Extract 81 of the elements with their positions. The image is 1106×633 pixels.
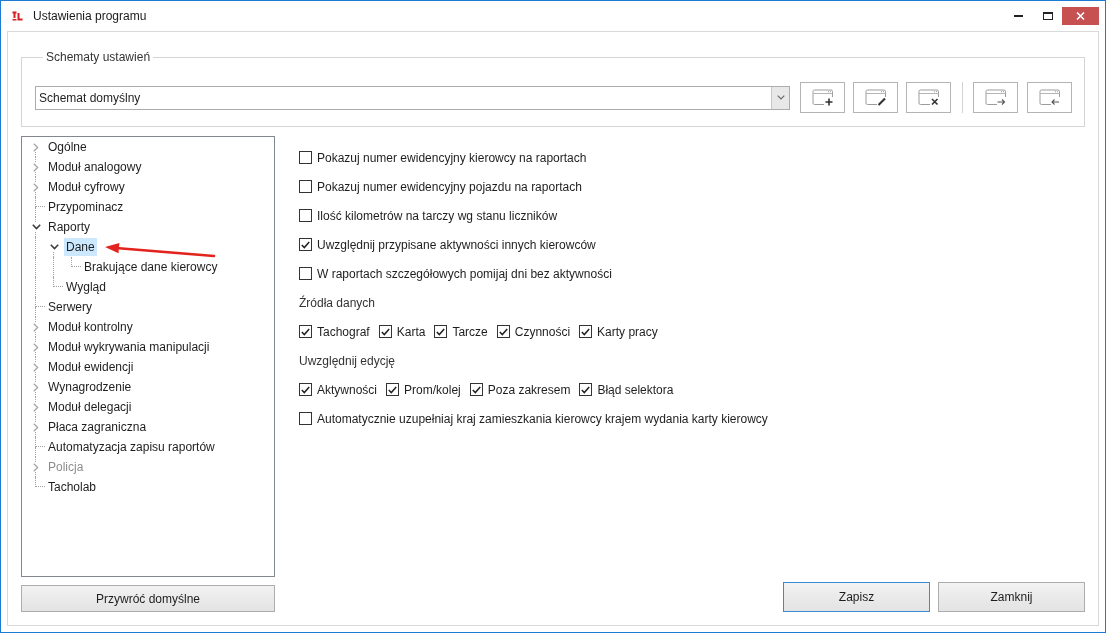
checkbox[interactable] <box>496 325 510 338</box>
checkbox[interactable] <box>386 383 400 396</box>
checkbox[interactable] <box>299 383 312 396</box>
checkbox[interactable] <box>299 238 312 251</box>
checkbox-label[interactable]: Tachograf <box>317 322 370 341</box>
dialog-button[interactable]: Zapisz <box>783 582 930 612</box>
checkbox-label[interactable]: Automatycznie uzupełniaj kraj zamieszkania kierowcy krajem wydania karty kierowcy <box>317 409 768 428</box>
tree-item[interactable]: Moduł wykrywania manipulacji <box>46 338 212 356</box>
tree-item[interactable]: Moduł kontrolny <box>46 318 135 336</box>
checkbox-label[interactable]: Tarcze <box>452 322 488 341</box>
checkbox-label[interactable]: Uwzględnij przypisane aktywności innych kierowców <box>317 235 596 254</box>
checkmark-icon <box>388 385 398 394</box>
tree-item[interactable]: Wynagrodzenie <box>46 378 134 396</box>
tree-item[interactable]: Moduł ewidencji <box>46 358 136 376</box>
tree-item[interactable]: Brakujące dane kierowcy <box>82 258 220 276</box>
checkbox-label[interactable]: Poza zakresem <box>487 380 571 399</box>
checkbox[interactable] <box>434 325 448 338</box>
checkbox-label[interactable]: Błąd selektora <box>597 380 674 399</box>
tree-item[interactable]: Wygląd <box>64 278 108 296</box>
checkbox-label[interactable]: Karta <box>396 322 426 341</box>
tree-item[interactable]: Automatyzacja zapisu raportów <box>46 438 217 456</box>
tree-item[interactable]: Dane <box>64 238 97 256</box>
checkmark-icon <box>471 385 481 394</box>
window-arrow-left-icon <box>1038 89 1061 106</box>
tree-item[interactable]: Ogólne <box>46 138 89 156</box>
checkmark-icon <box>436 327 446 336</box>
checkbox[interactable] <box>299 209 312 222</box>
chevron-down-icon[interactable] <box>31 224 41 230</box>
checkbox[interactable] <box>579 325 593 338</box>
minimize-icon <box>1013 14 1023 17</box>
checkbox[interactable] <box>299 151 312 164</box>
chevron-down-icon[interactable] <box>49 244 59 250</box>
section-heading: Źródła danych <box>299 294 376 312</box>
tree-item[interactable]: Raporty <box>46 218 93 236</box>
tree-item[interactable]: Serwery <box>46 298 94 316</box>
window-pencil-icon <box>864 89 887 106</box>
restore-defaults-button[interactable]: Przywróć domyślne <box>21 585 275 612</box>
checkmark-icon <box>498 327 508 336</box>
checkbox[interactable] <box>299 412 312 425</box>
checkbox[interactable] <box>299 180 312 193</box>
close-icon <box>1076 12 1085 20</box>
checkbox[interactable] <box>299 325 312 338</box>
checkbox[interactable] <box>378 325 392 338</box>
window-title: Ustawienia programu <box>33 8 147 25</box>
close-button[interactable] <box>1062 7 1099 25</box>
checkbox-label[interactable]: Pokazuj numer ewidencyjny pojazdu na raportach <box>317 177 582 196</box>
toolbar-button[interactable] <box>906 82 951 113</box>
tree-item[interactable]: Moduł delegacji <box>46 398 134 416</box>
tree-item[interactable]: Moduł cyfrowy <box>46 178 127 196</box>
checkbox[interactable] <box>299 267 312 280</box>
toolbar-button[interactable] <box>853 82 898 113</box>
checkmark-icon <box>581 327 591 336</box>
checkmark-icon <box>301 385 310 394</box>
checkbox-label[interactable]: Ilość kilometrów na tarczy wg stanu liczników <box>317 206 558 225</box>
chevron-down-icon <box>776 95 785 100</box>
checkmark-icon <box>380 327 390 336</box>
checkbox-label[interactable]: Karty pracy <box>597 322 658 341</box>
dialog-button[interactable]: Zamknij <box>938 582 1085 612</box>
checkbox[interactable] <box>469 383 483 396</box>
group-title: Schematy ustawień <box>45 49 152 65</box>
window-arrow-right-icon <box>984 89 1007 106</box>
toolbar-button[interactable] <box>800 82 845 113</box>
checkbox[interactable] <box>579 383 593 396</box>
checkmark-icon <box>301 327 310 336</box>
checkmark-icon <box>581 385 591 394</box>
section-heading: Uwzględnij edycję <box>299 352 396 370</box>
tree-item[interactable]: Płaca zagraniczna <box>46 418 149 436</box>
window-x-icon <box>917 89 940 106</box>
checkbox-label[interactable]: Aktywności <box>317 380 378 399</box>
checkbox-label[interactable]: Pokazuj numer ewidencyjny kierowcy na raportach <box>317 148 587 167</box>
tree-item[interactable]: Moduł analogowy <box>46 158 144 176</box>
checkmark-icon <box>301 240 310 249</box>
window-plus-icon <box>811 89 834 106</box>
checkbox-label[interactable]: Prom/kolej <box>404 380 461 399</box>
app-logo-icon <box>12 11 23 21</box>
tree-item[interactable]: Tacholab <box>46 478 99 496</box>
tree-item[interactable]: Przypominacz <box>46 198 126 216</box>
checkbox-label[interactable]: W raportach szczegółowych pomijaj dni bez aktywności <box>317 264 612 283</box>
scheme-dropdown[interactable]: Schemat domyślny <box>35 85 790 110</box>
checkbox-label[interactable]: Czynności <box>514 322 571 341</box>
maximize-icon <box>1042 11 1053 20</box>
